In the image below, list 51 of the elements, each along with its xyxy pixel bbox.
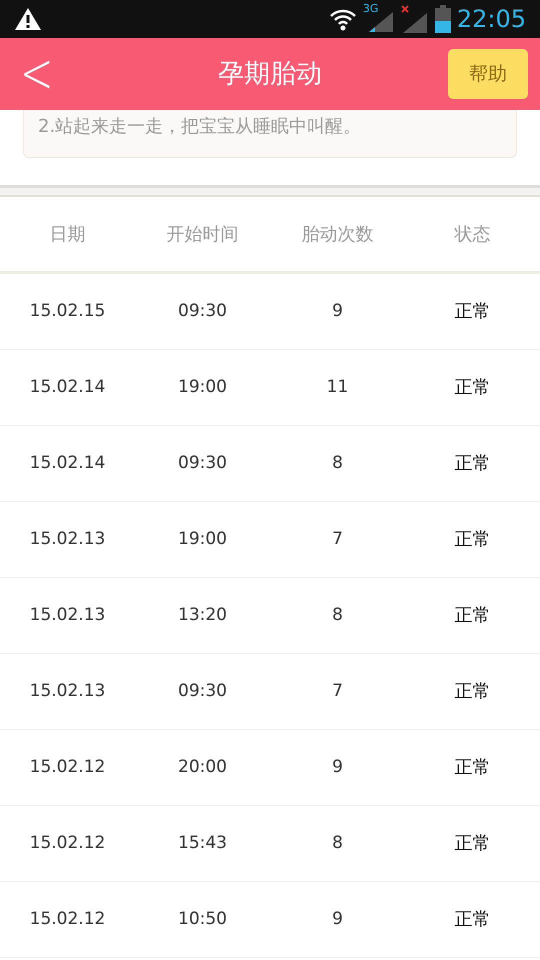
signal-icon <box>368 12 393 32</box>
tip-text: 2.站起来走一走，把宝宝从睡眠中叫醒。 <box>38 115 362 139</box>
battery-icon <box>434 5 451 33</box>
help-button[interactable]: 帮助 <box>448 49 528 99</box>
table-cell: 7 <box>332 680 343 701</box>
table-cell: 正常 <box>454 529 490 550</box>
table-cell: 10:50 <box>178 908 227 929</box>
table-cell: 9 <box>332 756 343 777</box>
table-cell: 15.02.13 <box>30 680 106 701</box>
table-cell: 15:43 <box>178 832 227 853</box>
table-cell: 正常 <box>454 681 490 702</box>
table-cell: 15.02.13 <box>30 604 106 625</box>
table-cell: 15.02.15 <box>30 300 106 321</box>
wifi-icon <box>328 7 357 31</box>
table-cell: 19:00 <box>178 528 227 549</box>
column-header: 日期 <box>50 224 86 244</box>
column-header: 开始时间 <box>166 224 238 244</box>
table-cell: 8 <box>332 832 343 853</box>
table-cell: 正常 <box>454 909 490 930</box>
column-header: 胎动次数 <box>302 224 374 244</box>
column-header: 状态 <box>454 224 490 244</box>
table-cell: 15.02.12 <box>30 908 106 929</box>
table-cell: 09:30 <box>178 680 227 701</box>
table-cell: 正常 <box>454 757 490 778</box>
table-cell: 8 <box>332 452 343 473</box>
table-cell: 7 <box>332 528 343 549</box>
table-cell: 9 <box>332 300 343 321</box>
table-cell: 09:30 <box>178 300 227 321</box>
table-cell: 13:20 <box>178 604 227 625</box>
clock-time: 22:05 <box>456 4 526 35</box>
table-cell: 20:00 <box>178 756 227 777</box>
table-cell: 15.02.13 <box>30 528 106 549</box>
table-cell: 15.02.12 <box>30 756 106 777</box>
table-cell: 15.02.14 <box>30 376 106 397</box>
warning-icon <box>14 7 42 31</box>
table-cell: 正常 <box>454 605 490 626</box>
table-cell: 8 <box>332 604 343 625</box>
table-cell: 正常 <box>454 377 490 398</box>
page-title: 孕期胎动 <box>218 58 322 90</box>
table-cell: 09:30 <box>178 452 227 473</box>
table-cell: 15.02.14 <box>30 452 106 473</box>
back-button[interactable]: < <box>20 46 50 102</box>
network-type: 3G <box>362 3 378 14</box>
table-cell: 9 <box>332 908 343 929</box>
table-cell: 正常 <box>454 301 490 322</box>
table-cell: 正常 <box>454 833 490 854</box>
no-signal-icon <box>400 5 427 33</box>
table-cell: 19:00 <box>178 376 227 397</box>
table-cell: 正常 <box>454 453 490 474</box>
table-cell: 11 <box>326 376 348 397</box>
table-cell: 15.02.12 <box>30 832 106 853</box>
